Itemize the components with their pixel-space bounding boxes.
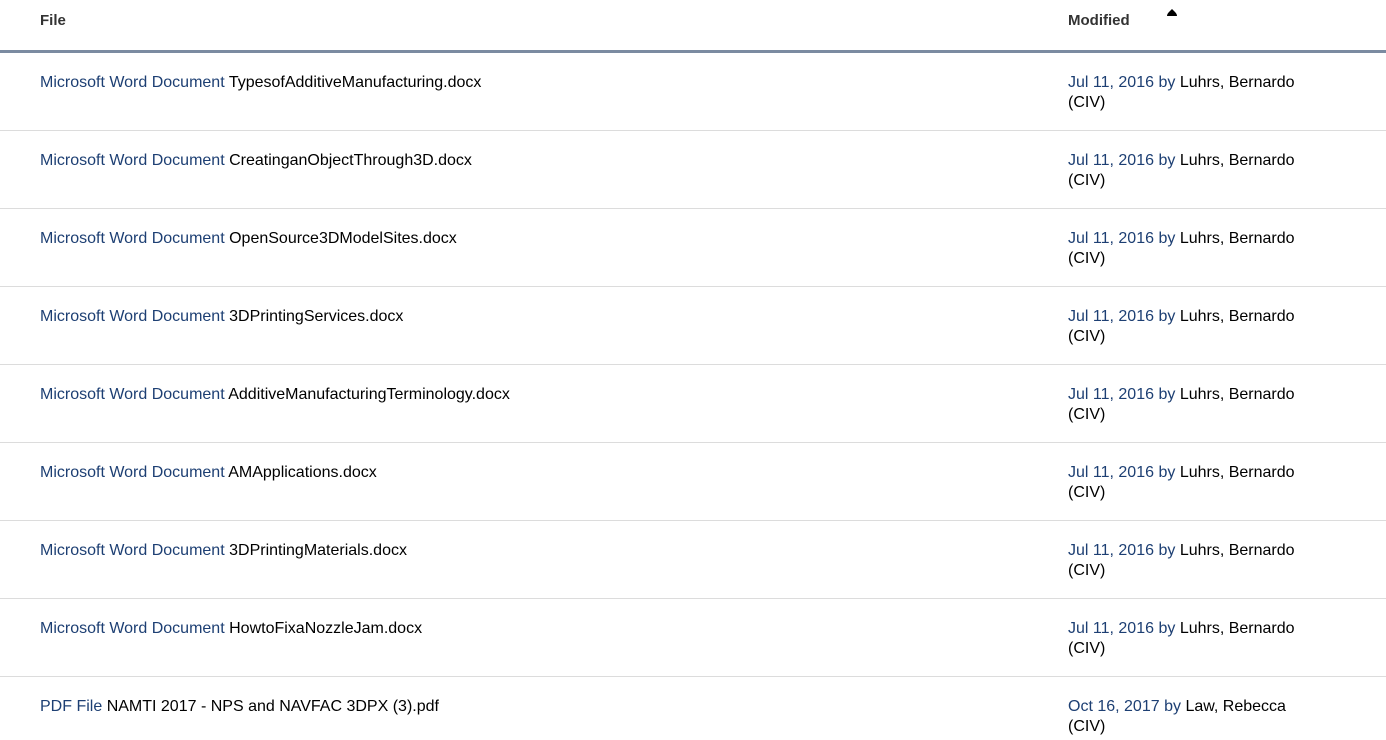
file-type-link[interactable]: Microsoft Word Document [40,230,225,247]
modified-user-suffix: (CIV) [1068,406,1106,423]
table-row: PDF File NAMTI 2017 - NPS and NAVFAC 3DP… [0,677,1386,740]
modified-date-link[interactable]: Jul 11, 2016 [1068,464,1154,481]
file-cell: Microsoft Word Document TypesofAdditiveM… [40,73,481,93]
file-name-link[interactable]: 3DPrintingMaterials.docx [229,542,407,559]
file-name-link[interactable]: AdditiveManufacturingTerminology.docx [228,386,510,403]
modified-user: Luhrs, Bernardo [1179,542,1295,559]
file-cell: Microsoft Word Document 3DPrintingMateri… [40,541,407,561]
modified-cell: Jul 11, 2016 by Luhrs, Bernardo (CIV) [1068,385,1368,425]
file-type-link[interactable]: Microsoft Word Document [40,386,225,403]
modified-cell: Jul 11, 2016 by Luhrs, Bernardo (CIV) [1068,229,1368,269]
modified-by-label: by [1158,386,1176,403]
modified-by-label: by [1158,542,1176,559]
file-name-link[interactable]: OpenSource3DModelSites.docx [229,230,457,247]
modified-user-suffix: (CIV) [1068,562,1106,579]
table-row: Microsoft Word Document CreatinganObject… [0,131,1386,209]
modified-by-label: by [1158,230,1176,247]
modified-date-link[interactable]: Jul 11, 2016 [1068,542,1154,559]
table-row: Microsoft Word Document OpenSource3DMode… [0,209,1386,287]
file-cell: Microsoft Word Document CreatinganObject… [40,151,472,171]
modified-cell: Jul 11, 2016 by Luhrs, Bernardo (CIV) [1068,619,1368,659]
modified-date-link[interactable]: Jul 11, 2016 [1068,386,1154,403]
file-name-link[interactable]: AMApplications.docx [228,464,377,481]
modified-by-label: by [1158,308,1176,325]
table-row: Microsoft Word Document AMApplications.d… [0,443,1386,521]
file-cell: Microsoft Word Document 3DPrintingServic… [40,307,403,327]
file-type-link[interactable]: Microsoft Word Document [40,152,225,169]
modified-date-link[interactable]: Oct 16, 2017 [1068,698,1160,715]
file-type-link[interactable]: Microsoft Word Document [40,464,225,481]
modified-user: Luhrs, Bernardo [1179,152,1295,169]
file-cell: Microsoft Word Document HowtoFixaNozzleJ… [40,619,422,639]
modified-by-label: by [1164,698,1181,715]
modified-user: Luhrs, Bernardo [1179,74,1295,91]
column-header-modified[interactable]: Modified [1068,12,1130,29]
file-type-link[interactable]: Microsoft Word Document [40,620,225,637]
modified-by-label: by [1158,620,1176,637]
modified-user: Luhrs, Bernardo [1179,230,1295,247]
modified-user: Luhrs, Bernardo [1179,386,1295,403]
modified-user-suffix: (CIV) [1068,718,1106,735]
modified-by-label: by [1158,152,1176,169]
file-name-link[interactable]: HowtoFixaNozzleJam.docx [229,620,422,637]
modified-date-link[interactable]: Jul 11, 2016 [1068,620,1154,637]
modified-user-suffix: (CIV) [1068,94,1106,111]
modified-cell: Jul 11, 2016 by Luhrs, Bernardo (CIV) [1068,73,1368,113]
file-name-link[interactable]: 3DPrintingServices.docx [229,308,403,325]
table-row: Microsoft Word Document TypesofAdditiveM… [0,53,1386,131]
file-type-link[interactable]: Microsoft Word Document [40,542,225,559]
file-cell: Microsoft Word Document AdditiveManufact… [40,385,510,405]
file-name-link[interactable]: TypesofAdditiveManufacturing.docx [229,74,482,91]
file-type-link[interactable]: PDF File [40,698,102,715]
file-name-link[interactable]: CreatinganObjectThrough3D.docx [229,152,472,169]
table-header: File Modified [0,0,1386,53]
modified-cell: Jul 11, 2016 by Luhrs, Bernardo (CIV) [1068,463,1368,503]
file-cell: PDF File NAMTI 2017 - NPS and NAVFAC 3DP… [40,697,439,717]
modified-cell: Jul 11, 2016 by Luhrs, Bernardo (CIV) [1068,541,1368,581]
file-cell: Microsoft Word Document AMApplications.d… [40,463,377,483]
file-type-link[interactable]: Microsoft Word Document [40,308,225,325]
modified-by-label: by [1158,464,1176,481]
attachments-table: File Modified Microsoft Word Document Ty… [0,0,1386,740]
modified-user-suffix: (CIV) [1068,250,1106,267]
modified-user-suffix: (CIV) [1068,328,1106,345]
modified-user: Luhrs, Bernardo [1179,308,1295,325]
table-row: Microsoft Word Document 3DPrintingServic… [0,287,1386,365]
table-row: Microsoft Word Document 3DPrintingMateri… [0,521,1386,599]
attachments-list: Microsoft Word Document TypesofAdditiveM… [0,53,1386,740]
modified-user: Luhrs, Bernardo [1179,620,1295,637]
modified-date-link[interactable]: Jul 11, 2016 [1068,308,1154,325]
table-row: Microsoft Word Document AdditiveManufact… [0,365,1386,443]
modified-date-link[interactable]: Jul 11, 2016 [1068,74,1154,91]
file-name-link[interactable]: NAMTI 2017 - NPS and NAVFAC 3DPX (3).pdf [107,698,439,715]
modified-cell: Jul 11, 2016 by Luhrs, Bernardo (CIV) [1068,307,1368,347]
modified-user: Luhrs, Bernardo [1179,464,1295,481]
table-row: Microsoft Word Document HowtoFixaNozzleJ… [0,599,1386,677]
modified-date-link[interactable]: Jul 11, 2016 [1068,230,1154,247]
file-type-link[interactable]: Microsoft Word Document [40,74,225,91]
file-cell: Microsoft Word Document OpenSource3DMode… [40,229,457,249]
sort-ascending-icon[interactable] [1165,8,1179,18]
modified-by-label: by [1158,74,1176,91]
modified-cell: Jul 11, 2016 by Luhrs, Bernardo (CIV) [1068,151,1368,191]
modified-date-link[interactable]: Jul 11, 2016 [1068,152,1154,169]
column-header-file[interactable]: File [40,12,66,29]
modified-user-suffix: (CIV) [1068,640,1106,657]
modified-user-suffix: (CIV) [1068,172,1106,189]
modified-user: Law, Rebecca [1185,698,1286,715]
modified-cell: Oct 16, 2017 by Law, Rebecca (CIV) [1068,697,1368,737]
modified-user-suffix: (CIV) [1068,484,1106,501]
